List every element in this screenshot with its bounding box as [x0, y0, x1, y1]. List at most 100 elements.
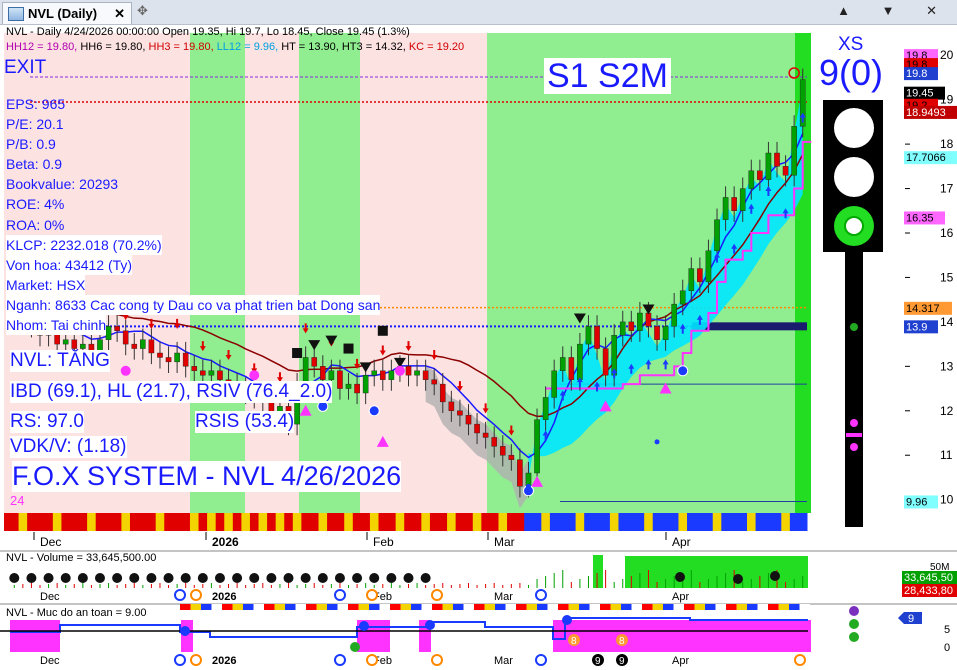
safety-stripe — [631, 604, 642, 610]
volume-badge-label: 33,645,50 — [904, 572, 953, 584]
candle-up — [345, 383, 352, 389]
strength-cell — [421, 513, 431, 531]
strength-cell — [164, 513, 174, 531]
strength-cell — [627, 513, 637, 531]
strength-cell — [764, 513, 774, 531]
safety-stripe — [274, 604, 285, 610]
traffic-light-pole — [845, 252, 863, 527]
safety-zone — [181, 620, 193, 652]
ibd-text: IBD (69.1), HL (21.7), RSIV (76.4_2.0) — [10, 381, 333, 403]
tab-title: NVL (Daily) — [28, 6, 98, 21]
candle-down — [697, 268, 703, 283]
event-marker-icon — [174, 654, 186, 666]
safety-stripe — [432, 604, 443, 610]
fundamental-item: ROE: 4% — [6, 196, 65, 213]
rs-text: RS: 97.0 — [10, 411, 84, 433]
strength-cell — [327, 513, 337, 531]
volume-spike-icon — [266, 573, 277, 583]
strength-cell — [104, 513, 114, 531]
close-window-icon[interactable]: ✕ — [926, 3, 951, 18]
level-0: HH12 = 19.80, — [6, 41, 81, 53]
vol-x-label: Mar — [494, 591, 513, 603]
scroll-up-icon[interactable]: ▲ — [837, 3, 864, 18]
strength-cell — [284, 513, 294, 531]
safety-stripe — [799, 604, 810, 610]
candle-down — [71, 339, 78, 349]
y-label: 14 — [940, 315, 954, 329]
strength-cell — [78, 513, 88, 531]
safety-stripe — [526, 604, 537, 610]
candle-down — [645, 312, 652, 327]
safety-stripe — [663, 604, 674, 610]
candle-up — [80, 343, 86, 349]
safety-tick: 0 — [944, 642, 950, 654]
safety-mark-label: 8 — [619, 636, 625, 647]
strength-cell — [224, 513, 234, 531]
move-icon[interactable]: ✥ — [137, 3, 148, 19]
price-badge-label: 17.7066 — [906, 152, 946, 164]
strength-cell — [275, 513, 285, 531]
candle-down — [182, 352, 189, 367]
candle-up — [791, 126, 797, 176]
candle-up — [585, 326, 592, 345]
x-label-Feb: Feb — [373, 535, 394, 549]
safety-stripe — [673, 604, 684, 610]
safety-stripe — [789, 604, 800, 610]
safety-stripe — [201, 604, 212, 610]
candle-up — [62, 339, 69, 345]
strength-cell — [618, 513, 628, 531]
exit-signal: EXIT — [4, 57, 47, 78]
candle-down — [311, 357, 318, 367]
close-tab-icon[interactable]: ✕ — [114, 6, 125, 22]
safety-stripe — [547, 604, 558, 610]
tab-nvl-daily[interactable]: NVL (Daily) ✕ — [2, 2, 132, 24]
candle-down — [782, 166, 789, 176]
candle-up — [140, 339, 146, 349]
strength-cell — [781, 513, 791, 531]
candle-down — [200, 370, 206, 376]
strength-cell — [181, 513, 191, 531]
y-label: 13 — [940, 359, 954, 373]
event-marker-icon — [794, 654, 806, 666]
safety-stripe — [778, 604, 789, 610]
traffic-lamp-core — [844, 216, 864, 236]
strength-cell — [472, 513, 482, 531]
safety-stripe — [348, 604, 359, 610]
event-marker-icon — [535, 589, 547, 601]
y-label: 11 — [940, 448, 953, 462]
strength-cell — [215, 513, 225, 531]
strength-cell — [429, 513, 439, 531]
price-badge-label: 16.35 — [906, 212, 934, 224]
candle-down — [354, 383, 360, 394]
safety-stripe — [579, 604, 590, 610]
strength-cell — [198, 513, 208, 531]
safety-status-dot — [849, 606, 859, 616]
price-badge-label: 14.317 — [906, 303, 940, 315]
xs-value: 9(0) — [819, 52, 884, 93]
strength-cell — [747, 513, 757, 531]
candle-down — [422, 370, 429, 380]
safety-stripe — [495, 604, 506, 610]
safety-stripe — [736, 604, 747, 610]
strength-cell — [687, 513, 697, 531]
safety-stripe — [390, 604, 401, 610]
event-marker-icon — [431, 654, 443, 666]
candle-down — [431, 379, 438, 385]
volume-spike-icon — [352, 573, 363, 583]
candle-down — [320, 366, 326, 380]
volume-spike-icon — [369, 573, 380, 583]
event-marker-icon — [366, 589, 378, 601]
pink-dot-icon — [394, 365, 405, 376]
scroll-down-icon[interactable]: ▼ — [882, 3, 909, 18]
candle-up — [174, 352, 180, 363]
x-label-2026: 2026 — [212, 535, 239, 549]
safety-stripe — [337, 604, 348, 610]
strength-cell — [575, 513, 585, 531]
signal-label: S1 S2M — [544, 58, 671, 94]
x-label-Apr: Apr — [672, 535, 691, 549]
fundamental-item: Bookvalue: 20293 — [6, 176, 119, 193]
strength-cell — [635, 513, 645, 531]
candle-up — [688, 268, 695, 291]
candle-up — [722, 197, 729, 220]
safety-x-label: 2026 — [212, 655, 236, 667]
